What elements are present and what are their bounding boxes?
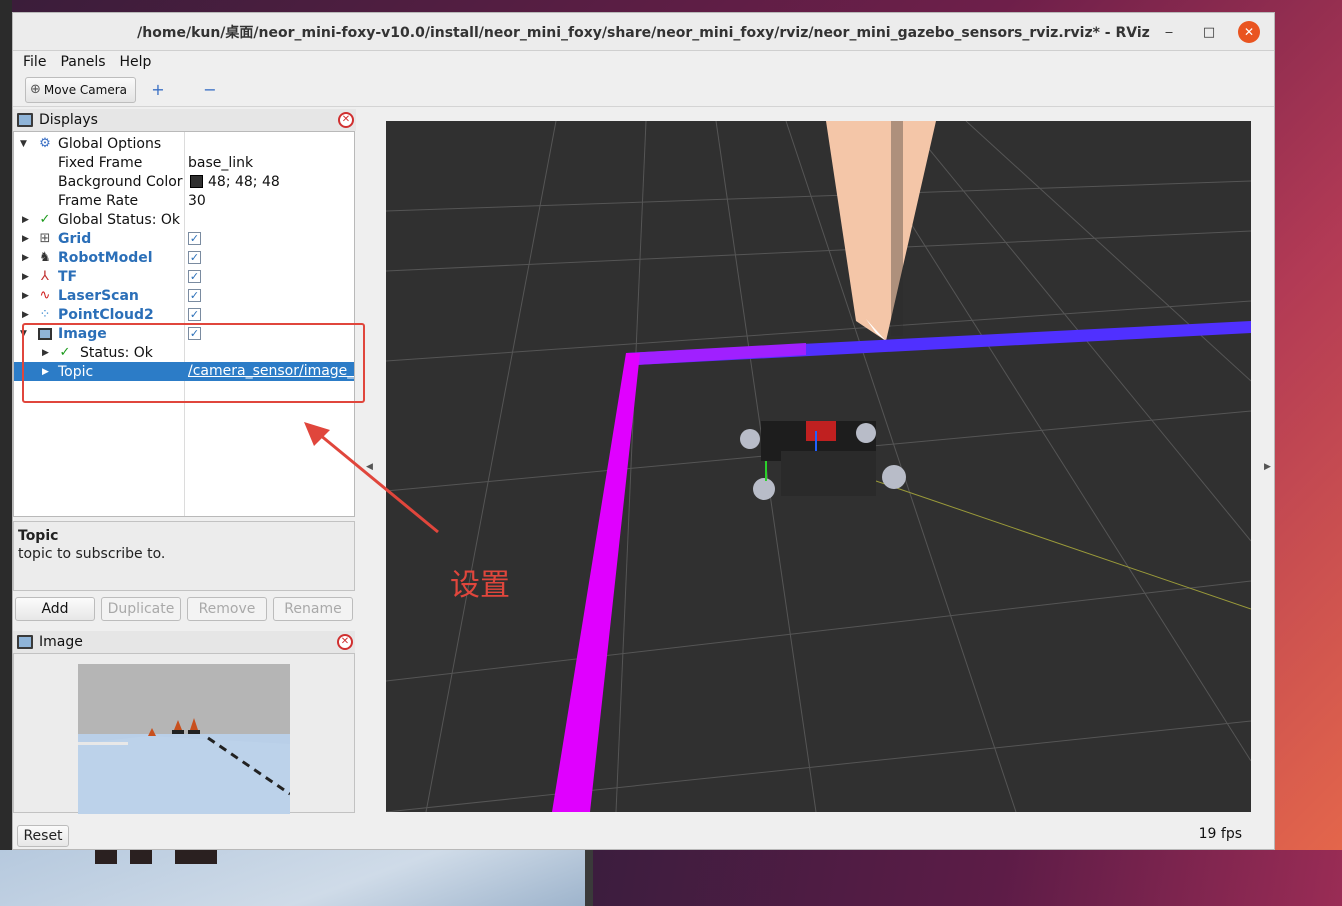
desktop-strip (0, 0, 12, 906)
tree-row-point-cloud[interactable]: ▶ ⁘ PointCloud2 ✓ (14, 305, 354, 324)
image-panel-header: Image ✕ (13, 631, 355, 653)
remove-tool-icon[interactable]: − (200, 80, 220, 99)
tf-checkbox[interactable]: ✓ (188, 270, 201, 283)
remove-button[interactable]: Remove (187, 597, 267, 621)
fps-counter: 19 fps (1198, 826, 1242, 842)
tree-row-global-status[interactable]: ▶ ✓ Global Status: Ok (14, 210, 354, 229)
move-camera-button[interactable]: ⊕ Move Camera (25, 76, 136, 103)
collapse-right-dock-icon[interactable]: ▶ (1264, 462, 1271, 472)
tree-row-background-color[interactable]: Background Color 48; 48; 48 (14, 172, 354, 191)
add-tool-icon[interactable]: + (148, 80, 168, 99)
tree-row-global-options[interactable]: ▼ ⚙ Global Options (14, 134, 354, 153)
expand-arrow-icon[interactable]: ▶ (22, 310, 29, 320)
menu-bar: File Panels Help (13, 51, 1274, 73)
minimize-button[interactable]: ‒ (1158, 21, 1180, 43)
tree-row-frame-rate[interactable]: Frame Rate 30 (14, 191, 354, 210)
desktop-wallpaper (585, 850, 1342, 906)
menu-file[interactable]: File (23, 54, 46, 70)
tool-bar: ⊕ Move Camera + − (13, 73, 1274, 107)
color-swatch[interactable] (190, 175, 203, 188)
image-panel-title: Image (39, 634, 83, 650)
maximize-button[interactable]: □ (1198, 21, 1220, 43)
tree-row-robot-model[interactable]: ▶ ♞ RobotModel ✓ (14, 248, 354, 267)
tree-row-fixed-frame[interactable]: Fixed Frame base_link (14, 153, 354, 172)
menu-panels[interactable]: Panels (60, 54, 105, 70)
expand-arrow-icon[interactable]: ▶ (22, 234, 29, 244)
gear-icon: ⚙ (39, 136, 51, 151)
expand-arrow-icon[interactable]: ▶ (22, 272, 29, 282)
point-cloud-icon: ⁘ (39, 307, 51, 322)
point-cloud-checkbox[interactable]: ✓ (188, 308, 201, 321)
robot-icon: ♞ (39, 250, 51, 265)
menu-help[interactable]: Help (120, 54, 152, 70)
annotation-arrow-icon (304, 422, 439, 534)
annotation-highlight-box (22, 323, 365, 403)
tree-row-tf[interactable]: ▶ ⅄ TF ✓ (14, 267, 354, 286)
expand-arrow-icon[interactable]: ▶ (22, 215, 29, 225)
check-icon: ✓ (39, 212, 51, 227)
close-panel-icon[interactable]: ✕ (338, 112, 354, 128)
move-camera-label: Move Camera (43, 82, 127, 97)
close-button[interactable]: ✕ (1238, 21, 1260, 43)
grid-icon: ⊞ (39, 231, 51, 246)
duplicate-button[interactable]: Duplicate (101, 597, 181, 621)
window-title: /home/kun/桌面/neor_mini-foxy-v10.0/instal… (137, 24, 1150, 41)
image-panel (13, 653, 355, 814)
move-camera-icon: ⊕ (30, 82, 41, 97)
display-buttons: Add Duplicate Remove Rename (15, 597, 353, 621)
annotation-label: 设置 (450, 568, 510, 603)
title-bar[interactable]: /home/kun/桌面/neor_mini-foxy-v10.0/instal… (13, 13, 1274, 51)
collapse-arrow-icon[interactable]: ▼ (20, 139, 27, 149)
render-3d-view[interactable] (386, 121, 1251, 812)
grid-checkbox[interactable]: ✓ (188, 232, 201, 245)
rename-button[interactable]: Rename (273, 597, 353, 621)
camera-image-view (78, 664, 290, 814)
displays-title: Displays (39, 112, 98, 128)
axes-icon: ⅄ (41, 269, 49, 284)
tree-row-laser-scan[interactable]: ▶ ∿ LaserScan ✓ (14, 286, 354, 305)
background-window-road-view (0, 850, 585, 906)
reset-button[interactable]: Reset (17, 825, 69, 847)
close-panel-icon[interactable]: ✕ (337, 634, 353, 650)
displays-panel-header: Displays ✕ (13, 109, 356, 131)
robot-model-checkbox[interactable]: ✓ (188, 251, 201, 264)
tree-row-grid[interactable]: ▶ ⊞ Grid ✓ (14, 229, 354, 248)
rviz-window: /home/kun/桌面/neor_mini-foxy-v10.0/instal… (12, 12, 1275, 850)
laser-icon: ∿ (39, 288, 51, 303)
description-text: topic to subscribe to. (18, 546, 166, 562)
expand-arrow-icon[interactable]: ▶ (22, 253, 29, 263)
add-button[interactable]: Add (15, 597, 95, 621)
image-panel-icon (17, 635, 33, 649)
monitor-icon (17, 113, 33, 127)
expand-arrow-icon[interactable]: ▶ (22, 291, 29, 301)
laser-scan-checkbox[interactable]: ✓ (188, 289, 201, 302)
